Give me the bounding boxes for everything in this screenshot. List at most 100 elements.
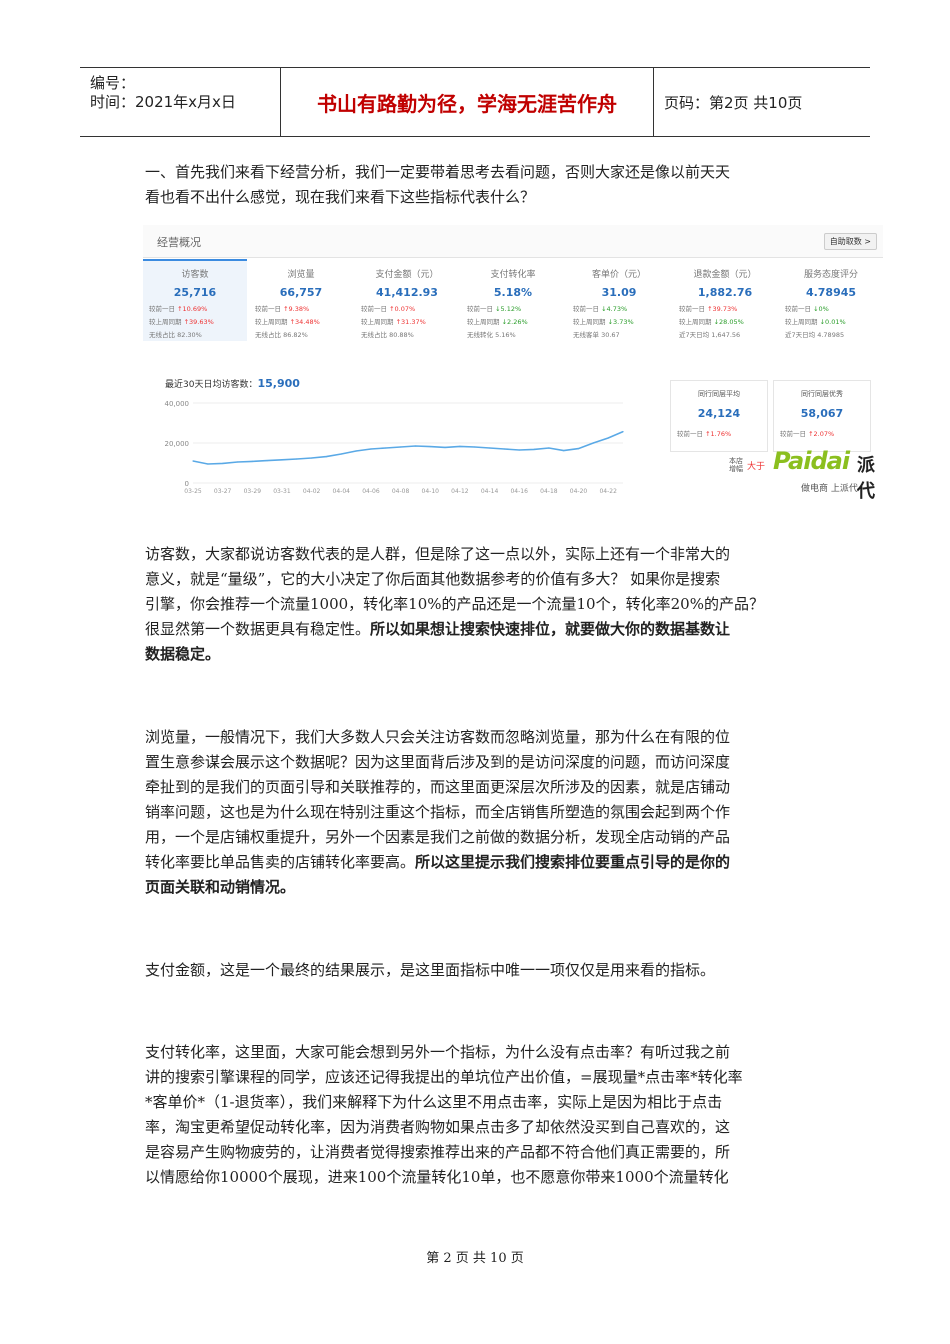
data-point (592, 442, 594, 444)
business-overview-dashboard: 经营概况 自助取数 > 访客数 25,716 较前一日 ↑10.69% 较上周同期 ↑… (143, 225, 883, 502)
metric-card[interactable]: 客单价（元） 31.09 较前一日 ↓4.73% 较上周同期 ↓3.73% 无线客单 3… (567, 261, 671, 341)
peer-best-value: 58,067 (800, 407, 844, 420)
metric-rates: 较前一日 ↑39.73% 较上周同期 ↓28.05% 近7天日均 1,647.56 (679, 305, 744, 339)
x-tick-label: 04-22 (599, 488, 617, 495)
pageviews-emphasis: 所以这里提示我们搜索排位要重点引导的是你的 (415, 853, 731, 871)
data-point (311, 457, 313, 459)
data-point (622, 431, 624, 433)
chart-label-text: 最近30天日均访客数： (165, 380, 258, 390)
data-point (503, 448, 505, 450)
metric-value: 25,716 (173, 286, 217, 299)
x-tick-label: 04-18 (540, 488, 558, 495)
metric-value: 41,412.93 (376, 286, 438, 299)
x-tick-label: 04-02 (303, 488, 321, 495)
x-tick-label: 03-29 (244, 488, 262, 495)
peer-best-rate: 较前一日 ↑2.07% (780, 430, 835, 438)
metric-rates: 较前一日 ↑9.38% 较上周同期 ↑34.48% 无线占比 86.82% (255, 305, 320, 339)
data-point (429, 446, 431, 448)
metric-card[interactable]: 访客数 25,716 较前一日 ↑10.69% 较上周同期 ↑39.63% 无线占比 8… (143, 259, 247, 341)
chart-label: 最近30天日均访客数：15,900 (165, 377, 300, 390)
data-point (236, 461, 239, 463)
paidai-logo: Paidai (773, 447, 850, 475)
data-point (222, 462, 224, 464)
number-label: 编号： (90, 74, 136, 92)
pageviews-emphasis-end: 页面关联和动销情况。 (145, 878, 296, 896)
watermark-dayu-text: 大于 (747, 462, 766, 472)
metric-name: 客单价（元） (591, 270, 646, 280)
metric-rates: 较前一日 ↓4.73% 较上周同期 ↓3.73% 无线客单 30.67 (573, 305, 634, 339)
paidai-tagline: 做电商 上派代 (801, 484, 858, 494)
metric-rates: 较前一日 ↑10.69% 较上周同期 ↑39.63% 无线占比 82.30% (149, 305, 214, 339)
x-tick-label: 03-27 (214, 488, 232, 495)
document-header: 编号： 时间：2021年x月x日 书山有路勤为径，学海无涯苦作舟 页码：第2页 … (80, 67, 870, 137)
peer-average-name: 同行同层平均 (698, 390, 740, 398)
x-tick-label: 04-20 (570, 488, 588, 495)
metric-card[interactable]: 浏览量 66,757 较前一日 ↑9.38% 较上周同期 ↑34.48% 无线占比 86… (249, 261, 353, 341)
metric-name: 支付转化率 (490, 270, 536, 280)
metric-name: 退款金额（元） (693, 270, 757, 280)
data-point (444, 446, 446, 448)
x-tick-label: 04-06 (362, 488, 380, 495)
x-tick-label: 04-08 (392, 488, 410, 495)
visitors-emphasis-end: 数据稳定。 (145, 645, 221, 663)
self-service-button[interactable]: 自助取数 > (823, 233, 877, 250)
data-point (281, 459, 283, 461)
metric-name: 服务态度评分 (803, 270, 858, 280)
peer-average-card: 同行同层平均 24,124 较前一日 ↑1.76% (670, 380, 768, 452)
x-tick-label: 04-04 (333, 488, 351, 495)
data-point (266, 460, 268, 462)
time-label: 时间：2021年x月x日 (90, 93, 236, 111)
intro-line: 一、首先我们来看下经营分析，我们一定要带着思考去看问题，否则大家还是像以前天天 (145, 163, 731, 181)
y-tick-label: 20,000 (165, 440, 190, 448)
data-point (548, 447, 550, 449)
peer-average-rate: 较前一日 ↑1.76% (677, 430, 732, 438)
peer-best-card: 同行同层优秀 58,067 较前一日 ↑2.07% (773, 380, 871, 452)
watermark-small-text: 本店增幅 (729, 457, 743, 473)
data-point (518, 449, 520, 451)
metric-card[interactable]: 支付金额（元） 41,412.93 较前一日 ↑0.07% 较上周同期 ↑31.37%… (355, 261, 459, 341)
pageviews-paragraph: 浏览量，一般情况下，我们大多数人只会关注访客数而忽略浏览量，那为什么在有限的位 … (145, 728, 731, 896)
metric-card[interactable]: 支付转化率 5.18% 较前一日 ↓5.12% 较上周同期 ↓2.26% 无线转化 5.… (461, 261, 565, 341)
peer-best-name: 同行同层优秀 (801, 390, 843, 398)
data-point (192, 460, 194, 462)
metric-card[interactable]: 退款金额（元） 1,882.76 较前一日 ↑39.73% 较上周同期 ↓28.05%… (673, 261, 777, 341)
metric-value: 4.78945 (805, 286, 857, 299)
metric-rates: 较前一日 ↑0.07% 较上周同期 ↑31.37% 无线占比 80.88% (361, 305, 426, 339)
data-point (207, 463, 209, 465)
y-tick-label: 0 (185, 480, 189, 488)
metric-value: 66,757 (279, 286, 323, 299)
x-tick-label: 04-16 (510, 488, 528, 495)
page-footer: 第 2 页 共 10 页 (426, 1251, 524, 1266)
visitor-trend-chart: 40,000 20,000 003-25 03-27 03-29 03-31 04-02 04… (165, 400, 624, 495)
metric-value: 5.18% (493, 286, 533, 299)
metric-name: 浏览量 (287, 270, 315, 280)
paidai-cn-logo: 派代 (857, 455, 875, 502)
paidai-watermark: 本店增幅 大于 Paidai 派代 做电商 上派代 (729, 447, 879, 502)
data-point (488, 447, 491, 449)
data-point (474, 446, 476, 448)
y-tick-label: 40,000 (165, 400, 190, 408)
data-point (607, 437, 609, 439)
header-left-cell: 编号： 时间：2021年x月x日 (80, 68, 281, 136)
data-point (340, 453, 342, 455)
visitors-paragraph: 访客数，大家都说访客数代表的是人群，但是除了这一点以外，实际上还有一个非常大的 … (145, 545, 764, 663)
peer-average-value: 24,124 (697, 407, 741, 420)
dashboard-title: 经营概况 (157, 236, 201, 249)
metric-card[interactable]: 服务态度评分 4.78945 较前一日 ↓0% 较上周同期 ↓0.01% 近7天日均 4… (779, 261, 883, 341)
dashboard-title-bar: 经营概况 自助取数 > (143, 225, 883, 258)
series-line (192, 430, 624, 465)
x-tick-label: 04-10 (422, 488, 440, 495)
data-point (414, 445, 417, 447)
metric-value: 1,882.76 (697, 286, 753, 299)
chart-label-value: 15,900 (257, 377, 300, 390)
data-point (563, 450, 565, 452)
metric-value: 31.09 (601, 286, 637, 299)
metric-name: 访客数 (181, 270, 209, 280)
conversion-paragraph: 支付转化率，这里面，大家可能会想到另外一个指标，为什么没有点击率？有听过我之前 … (145, 1043, 743, 1186)
intro-paragraph: 一、首先我们来看下经营分析，我们一定要带着思考去看问题，否则大家还是像以前天天 … (145, 160, 807, 210)
data-point (370, 448, 372, 450)
intro-line: 看也看不出什么感觉，现在我们来看下这些指标代表什么？ (145, 188, 536, 206)
x-tick-label: 03-25 (184, 488, 202, 495)
header-motto: 书山有路勤为径，学海无涯苦作舟 (281, 68, 654, 136)
header-page-info: 页码：第2页 共10页 (664, 93, 803, 112)
